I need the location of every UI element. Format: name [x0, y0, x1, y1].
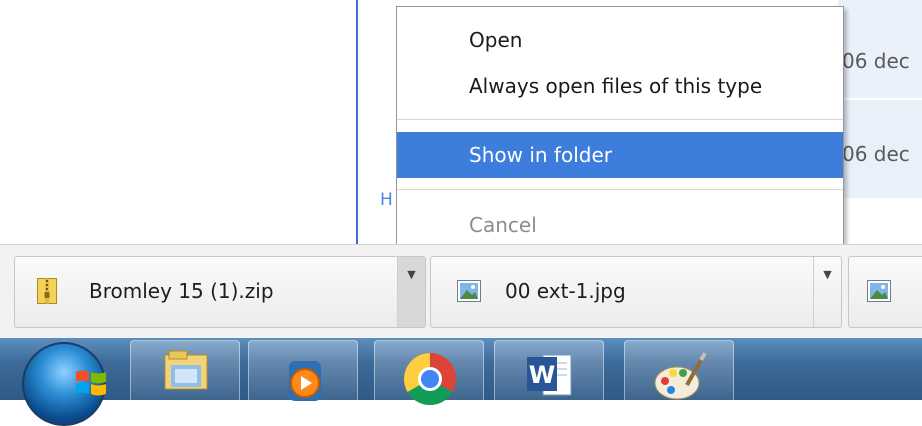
taskbar-word[interactable]: W	[494, 340, 604, 404]
start-button[interactable]	[22, 342, 106, 426]
menu-separator	[397, 119, 843, 120]
taskbar-media-player[interactable]	[248, 340, 358, 404]
download-context-menu: Open Always open files of this type Show…	[396, 6, 844, 254]
taskbar-chrome[interactable]	[374, 340, 484, 405]
chrome-icon	[404, 353, 456, 405]
taskbar-explorer[interactable]	[130, 340, 240, 404]
download-item[interactable]	[848, 256, 922, 328]
windows-logo-icon	[76, 370, 106, 396]
download-filename: Bromley 15 (1).zip	[89, 279, 274, 303]
menu-item-cancel[interactable]: Cancel	[397, 202, 843, 248]
zip-file-icon	[37, 278, 57, 304]
paint-icon	[654, 352, 707, 400]
file-date: 06 dec	[842, 49, 910, 73]
column-divider	[356, 0, 358, 244]
image-file-icon	[867, 280, 891, 302]
download-item-main[interactable]: Bromley 15 (1).zip	[15, 257, 397, 327]
folder-explorer-icon	[164, 350, 208, 390]
taskbar-paint[interactable]	[624, 340, 734, 404]
download-item-main[interactable]: 00 ext-1.jpg	[431, 257, 813, 327]
menu-item-show-in-folder[interactable]: Show in folder	[397, 132, 843, 178]
image-file-icon	[457, 280, 481, 302]
menu-item-open[interactable]: Open	[397, 17, 843, 63]
chevron-down-icon: ▼	[407, 268, 416, 281]
menu-item-always-open[interactable]: Always open files of this type	[397, 63, 843, 109]
word-icon: W	[527, 354, 572, 396]
download-shelf: Bromley 15 (1).zip ▼ 00 ext-1.jpg ▼	[0, 244, 922, 339]
download-item[interactable]: 00 ext-1.jpg ▼	[430, 256, 842, 328]
media-player-icon	[289, 361, 321, 401]
chevron-down-icon: ▼	[823, 268, 832, 281]
windows-taskbar: W	[0, 338, 922, 426]
page-link[interactable]: H	[380, 190, 393, 210]
menu-separator	[397, 189, 843, 190]
download-item[interactable]: Bromley 15 (1).zip ▼	[14, 256, 426, 328]
download-menu-button[interactable]: ▼	[397, 257, 425, 327]
download-menu-button[interactable]: ▼	[813, 257, 841, 327]
download-filename: 00 ext-1.jpg	[505, 279, 626, 303]
svg-text:W: W	[529, 361, 555, 389]
file-date: 06 dec	[842, 142, 910, 166]
